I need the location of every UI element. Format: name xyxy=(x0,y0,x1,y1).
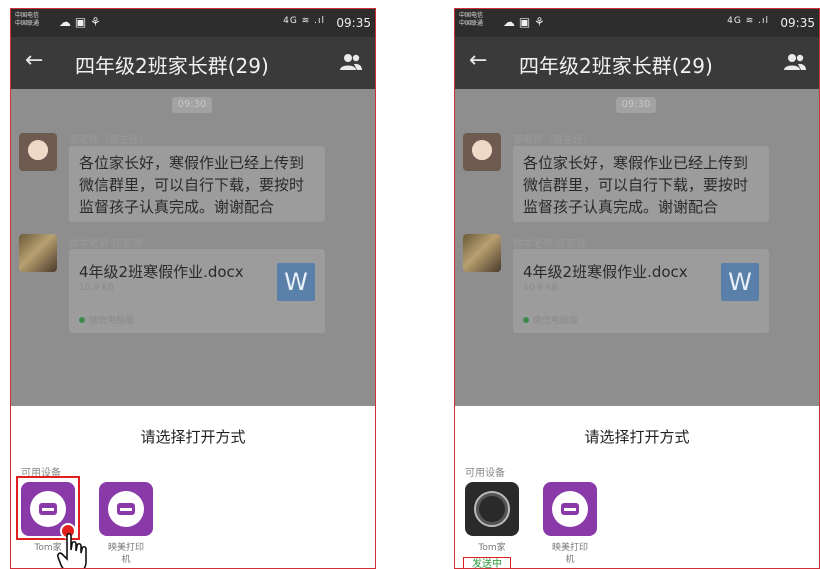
status-time: 09:35 xyxy=(780,16,815,30)
printer-icon xyxy=(30,491,66,527)
carrier-1: 中国电信 xyxy=(459,12,484,19)
text-message-bubble[interactable]: 各位家长好，寒假作业已经上传到 微信群里，可以自行下载，要按时 监督孩子认真完成… xyxy=(69,146,325,222)
message-timestamp: 09:30 xyxy=(172,97,212,113)
printer-icon xyxy=(552,491,588,527)
device-yingmei-printer[interactable] xyxy=(543,482,597,536)
word-document-icon: W xyxy=(277,263,315,301)
message-line: 微信群里，可以自行下载，要按时 xyxy=(523,176,749,194)
message-timestamp: 09:30 xyxy=(616,97,656,113)
signal-icons: 4G ≋ .ıl xyxy=(727,16,769,26)
file-source-label: 微信电脑版 xyxy=(533,316,579,326)
avatar-teacher[interactable] xyxy=(463,133,501,171)
carrier-1: 中国电信 xyxy=(15,12,40,19)
sender-name: 李老师（班主任） xyxy=(513,135,593,146)
file-name: 4年级2班寒假作业.docx xyxy=(523,263,688,281)
chat-area: 09:30 李老师（班主任） 各位家长好，寒假作业已经上传到 微信群里，可以自行… xyxy=(11,89,375,406)
carrier-2: 中国联通 xyxy=(459,20,484,27)
file-message-bubble[interactable]: 4年级2班寒假作业.docx 10.9 KB W 微信电脑版 xyxy=(513,249,769,333)
device-yingmei-printer[interactable] xyxy=(99,482,153,536)
device-name-line: 映美打印 xyxy=(107,543,144,553)
message-line: 监督孩子认真完成。谢谢配合 xyxy=(523,198,719,216)
carrier-labels: 中国电信 中国联通 xyxy=(459,12,483,28)
chat-area: 09:30 李老师（班主任） 各位家长好，寒假作业已经上传到 微信群里，可以自行… xyxy=(455,89,819,406)
notification-icons: ☁ ▣ ⚘ xyxy=(503,15,545,29)
device-name-line: 机 xyxy=(121,555,131,565)
carrier-labels: 中国电信 中国联通 xyxy=(15,12,39,28)
file-message-bubble[interactable]: 4年级2班寒假作业.docx 10.9 KB W 微信电脑版 xyxy=(69,249,325,333)
devices-label: 可用设备 xyxy=(465,468,505,479)
group-title: 四年级2班家长群(29) xyxy=(519,54,713,78)
status-time: 09:35 xyxy=(336,16,371,30)
sender-name: 数学老师·庄若诗 xyxy=(69,239,143,250)
printer-icon xyxy=(108,491,144,527)
back-arrow-icon[interactable]: ← xyxy=(469,48,487,73)
sender-name: 李老师（班主任） xyxy=(69,135,149,146)
file-size: 10.9 KB xyxy=(79,283,114,293)
device-name: 映美打印 机 xyxy=(540,542,600,566)
word-document-icon: W xyxy=(721,263,759,301)
notification-icons: ☁ ▣ ⚘ xyxy=(59,15,101,29)
sheet-title: 请选择打开方式 xyxy=(584,428,690,446)
carrier-2: 中国联通 xyxy=(15,20,40,27)
file-source: 微信电脑版 xyxy=(523,313,578,326)
device-tom-printer-sending[interactable] xyxy=(465,482,519,536)
group-title: 四年级2班家长群(29) xyxy=(75,54,269,78)
message-line: 微信群里，可以自行下载，要按时 xyxy=(79,176,305,194)
chat-header: ← 四年级2班家长群(29) xyxy=(455,37,819,89)
open-with-sheet: 请选择打开方式 可用设备 Tom家 映美打印 机 发送中 xyxy=(455,406,819,568)
text-message-bubble[interactable]: 各位家长好，寒假作业已经上传到 微信群里，可以自行下载，要按时 监督孩子认真完成… xyxy=(513,146,769,222)
file-source: 微信电脑版 xyxy=(79,313,134,326)
device-name: Tom家 xyxy=(478,543,506,553)
avatar-math-teacher[interactable] xyxy=(463,234,501,272)
group-members-icon[interactable] xyxy=(783,53,807,71)
avatar-math-teacher[interactable] xyxy=(19,234,57,272)
device-name: 映美打印 机 xyxy=(96,542,156,566)
phone-screen-right: 中国电信 中国联通 ☁ ▣ ⚘ 4G ≋ .ıl 09:35 ← 四年级2班家长… xyxy=(454,8,820,569)
chat-header: ← 四年级2班家长群(29) xyxy=(11,37,375,89)
sending-status-badge: 发送中 xyxy=(463,557,511,568)
phone-screen-left: 中国电信 中国联通 ☁ ▣ ⚘ 4G ≋ .ıl 09:35 ← 四年级2班家长… xyxy=(10,8,376,569)
loading-spinner-icon xyxy=(474,491,510,527)
sender-name: 数学老师·庄若诗 xyxy=(513,239,587,250)
device-name-line: 机 xyxy=(565,555,575,565)
hand-pointer-icon xyxy=(57,532,87,568)
file-source-label: 微信电脑版 xyxy=(89,316,135,326)
source-dot-icon xyxy=(79,317,85,323)
message-line: 监督孩子认真完成。谢谢配合 xyxy=(79,198,275,216)
file-size: 10.9 KB xyxy=(523,283,558,293)
back-arrow-icon[interactable]: ← xyxy=(25,48,43,73)
status-bar: 中国电信 中国联通 ☁ ▣ ⚘ 4G ≋ .ıl 09:35 xyxy=(11,9,375,37)
device-name-line: 映美打印 xyxy=(551,543,588,553)
source-dot-icon xyxy=(523,317,529,323)
sheet-title: 请选择打开方式 xyxy=(140,428,246,446)
avatar-teacher[interactable] xyxy=(19,133,57,171)
message-line: 各位家长好，寒假作业已经上传到 xyxy=(79,154,305,172)
file-name: 4年级2班寒假作业.docx xyxy=(79,263,244,281)
status-bar: 中国电信 中国联通 ☁ ▣ ⚘ 4G ≋ .ıl 09:35 xyxy=(455,9,819,37)
open-with-sheet: 请选择打开方式 可用设备 Tom家 映美打印 机 xyxy=(11,406,375,568)
signal-icons: 4G ≋ .ıl xyxy=(283,16,325,26)
message-line: 各位家长好，寒假作业已经上传到 xyxy=(523,154,749,172)
group-members-icon[interactable] xyxy=(339,53,363,71)
